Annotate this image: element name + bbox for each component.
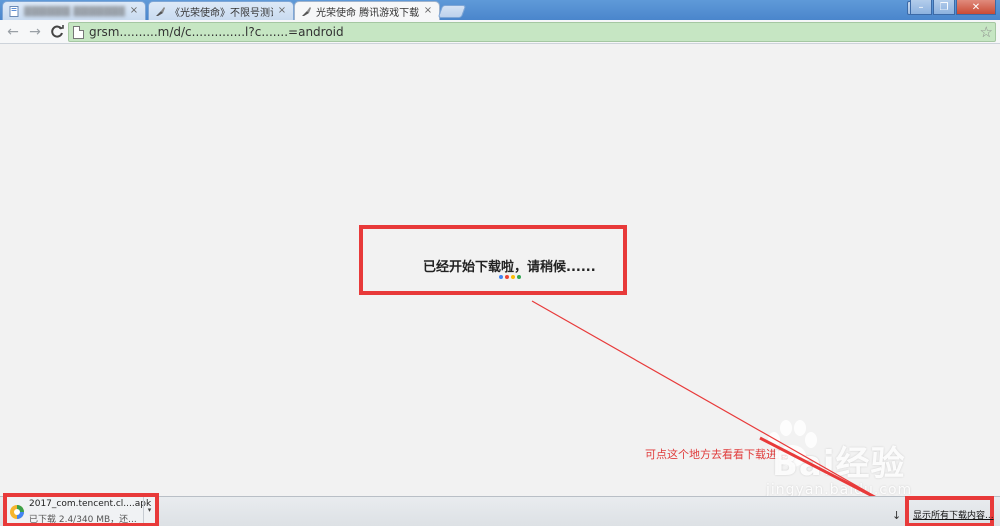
star-icon[interactable]: ☆	[980, 24, 993, 40]
loading-highlight-box: 已经开始下载啦，请稍候......	[359, 225, 627, 295]
download-status: 已下载 2.4/340 MB，还...	[29, 515, 137, 525]
address-bar[interactable]: grsm..........m/d/c..............l?c....…	[68, 22, 996, 42]
tab-title: 光荣使命 腾讯游戏下载	[316, 7, 419, 19]
download-icon: ↓	[892, 509, 902, 522]
page-content: 已经开始下载啦，请稍候...... 可点这个地方去看看下载进度 Bai经验 ji…	[0, 44, 1000, 498]
tab-title: ▒▒▒▒▒▒ ▒▒▒▒▒▒▒	[24, 5, 125, 17]
tab-title: 《光荣使命》不限号测试	[170, 7, 273, 19]
baidu-watermark: Bai经验 jingyan.baidu.com	[748, 416, 948, 506]
page-icon	[73, 25, 84, 39]
close-window-button[interactable]: ✕	[956, 0, 996, 15]
tab-1[interactable]: ▒▒▒▒▒▒ ▒▒▒▒▒▒▒ ×	[2, 1, 146, 20]
back-button[interactable]: ←	[4, 23, 22, 41]
download-shelf: 2017_com.tencent.cl....apk 已下载 2.4/340 M…	[0, 493, 1000, 526]
restore-button[interactable]: ❐	[933, 0, 955, 15]
tab-2[interactable]: 《光荣使命》不限号测试 ×	[148, 1, 294, 20]
loading-dots	[499, 275, 521, 279]
tab-strip: ▒▒▒▒▒▒ ▒▒▒▒▒▒▒ × 《光荣使命》不限号测试 × 光荣使命 腾讯游戏…	[0, 0, 1000, 20]
loading-dot	[499, 275, 503, 279]
page-icon	[9, 5, 19, 17]
show-all-highlight-box: 显示所有下载内容...	[905, 496, 994, 526]
back-icon: ←	[7, 23, 19, 40]
download-item[interactable]: 2017_com.tencent.cl....apk 已下载 2.4/340 M…	[3, 493, 159, 526]
game-icon	[156, 6, 165, 16]
watermark-brand: Bai经验	[772, 444, 906, 484]
reload-icon	[50, 25, 64, 38]
apk-file-icon	[10, 505, 24, 519]
close-icon[interactable]: ×	[277, 6, 287, 16]
loading-dot	[517, 275, 521, 279]
loading-message: 已经开始下载啦，请稍候......	[423, 260, 596, 275]
window-controls: – ❐ ✕	[910, 0, 996, 16]
tab-3[interactable]: 光荣使命 腾讯游戏下载 ×	[294, 1, 440, 20]
loading-dot	[505, 275, 509, 279]
toolbar: ← → grsm..........m/d/c..............l?c…	[0, 20, 1000, 44]
close-icon[interactable]: ×	[129, 6, 139, 16]
forward-icon: →	[29, 23, 41, 40]
new-tab-button[interactable]	[437, 5, 467, 18]
show-all-downloads-link[interactable]: 显示所有下载内容...	[913, 508, 994, 521]
download-filename: 2017_com.tencent.cl....apk	[29, 499, 152, 509]
url-text: grsm..........m/d/c..............l?c....…	[89, 25, 344, 39]
chevron-down-icon[interactable]: ▾	[143, 497, 155, 523]
loading-dot	[511, 275, 515, 279]
game-icon	[302, 6, 311, 16]
minimize-button[interactable]: –	[910, 0, 932, 15]
close-icon[interactable]: ×	[423, 6, 433, 16]
forward-button[interactable]: →	[26, 23, 44, 41]
reload-button[interactable]	[48, 23, 66, 41]
